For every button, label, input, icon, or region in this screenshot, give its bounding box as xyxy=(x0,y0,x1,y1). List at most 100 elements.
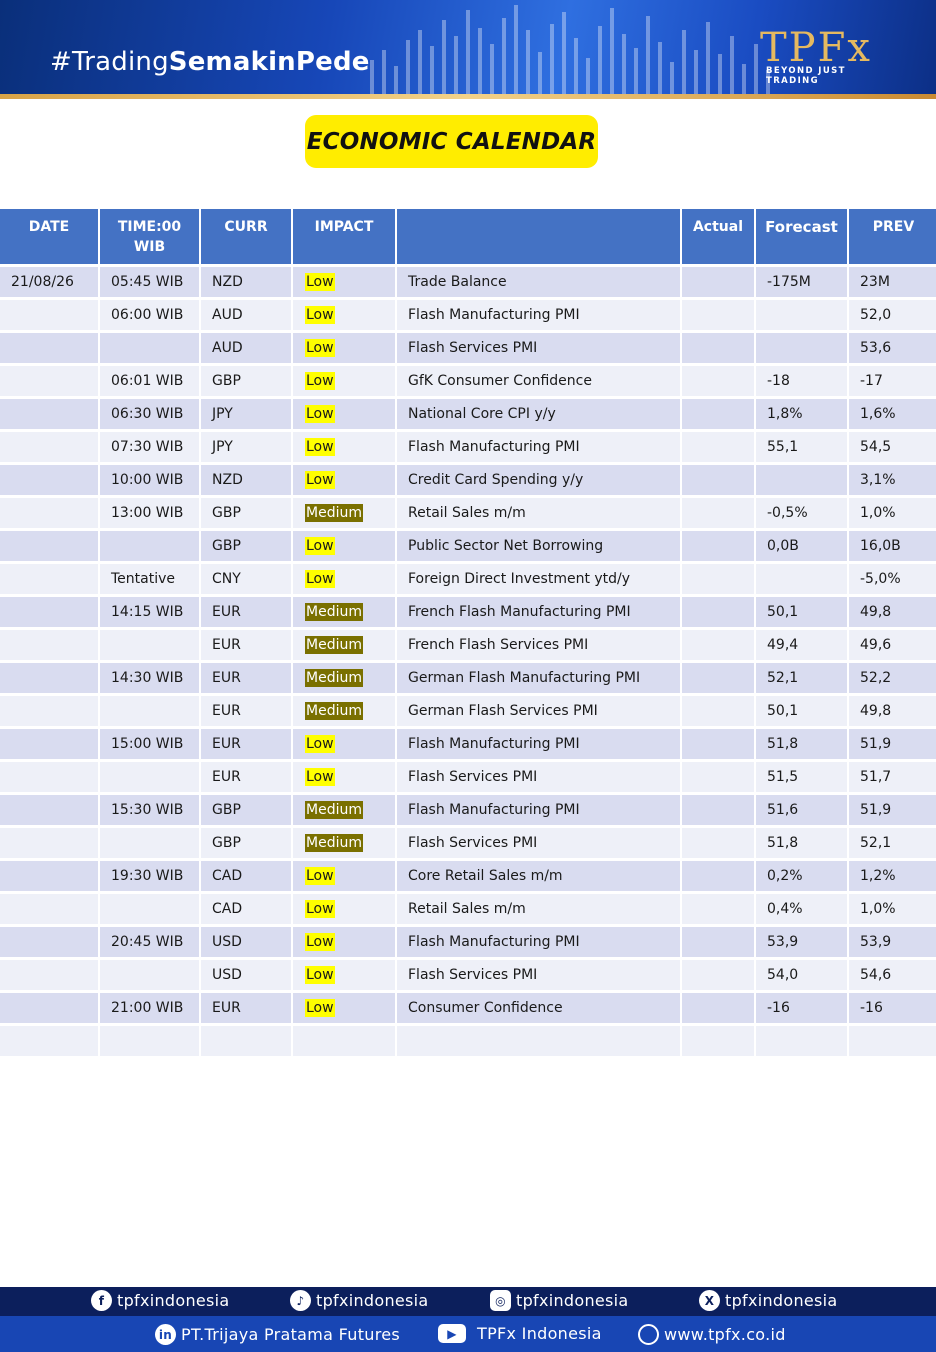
footer-facebook[interactable]: f tpfxindonesia xyxy=(91,1290,230,1311)
cell-curr: AUD xyxy=(201,333,291,363)
cell-time: 21:00 WIB xyxy=(100,993,199,1023)
table-row: USD Low Flash Services PMI 54,0 54,6 xyxy=(0,960,936,990)
cell-prev: 51,9 xyxy=(849,729,936,759)
footer-links-bar: in PT.Trijaya Pratama Futures ▶ TPFx Ind… xyxy=(0,1316,936,1352)
cell-forecast: 54,0 xyxy=(756,960,847,990)
cell-impact: Medium xyxy=(293,597,395,627)
cell-curr: NZD xyxy=(201,267,291,297)
cell-prev: 1,2% xyxy=(849,861,936,891)
cell-curr: EUR xyxy=(201,696,291,726)
cell-time xyxy=(100,762,199,792)
x-handle: tpfxindonesia xyxy=(725,1291,838,1310)
header-time-line2: WIB xyxy=(133,239,166,255)
cell-prev: 1,0% xyxy=(849,498,936,528)
table-row xyxy=(0,1026,936,1056)
cell-time: 14:15 WIB xyxy=(100,597,199,627)
impact-badge: Low xyxy=(305,438,335,456)
cell-curr: AUD xyxy=(201,300,291,330)
chart-bars-decoration xyxy=(370,5,770,94)
cell-actual xyxy=(682,564,754,594)
impact-badge: Low xyxy=(305,900,335,918)
cell-date xyxy=(0,861,98,891)
cell-curr: GBP xyxy=(201,366,291,396)
table-row: 13:00 WIB GBP Medium Retail Sales m/m -0,5% 1… xyxy=(0,498,936,528)
cell-event xyxy=(397,1026,680,1056)
cell-forecast: 50,1 xyxy=(756,696,847,726)
cell-curr: EUR xyxy=(201,663,291,693)
cell-impact: Low xyxy=(293,861,395,891)
footer-website[interactable]: www.tpfx.co.id xyxy=(638,1324,786,1345)
hashtag-light: #Trading xyxy=(50,47,169,77)
logo-tagline: BEYOND JUST TRADING xyxy=(766,66,846,86)
page-title: ECONOMIC CALENDAR xyxy=(305,115,598,168)
table-row: 06:00 WIB AUD Low Flash Manufacturing PMI 52… xyxy=(0,300,936,330)
footer-linkedin[interactable]: in PT.Trijaya Pratama Futures xyxy=(155,1324,400,1345)
impact-badge: Low xyxy=(305,867,335,885)
cell-actual xyxy=(682,498,754,528)
cell-date xyxy=(0,564,98,594)
impact-badge: Low xyxy=(305,768,335,786)
cell-prev: 51,9 xyxy=(849,795,936,825)
cell-time: 10:00 WIB xyxy=(100,465,199,495)
cell-curr: EUR xyxy=(201,762,291,792)
cell-actual xyxy=(682,927,754,957)
cell-impact: Low xyxy=(293,300,395,330)
table-header-row: DATE TIME:00 WIB CURR IMPACT Actual Forec… xyxy=(0,209,936,264)
cell-curr: USD xyxy=(201,927,291,957)
cell-time xyxy=(100,960,199,990)
cell-forecast: 1,8% xyxy=(756,399,847,429)
table-row: 15:00 WIB EUR Low Flash Manufacturing PMI 51… xyxy=(0,729,936,759)
cell-date xyxy=(0,366,98,396)
cell-time xyxy=(100,828,199,858)
hashtag-slogan: #TradingSemakinPede xyxy=(50,47,370,77)
cell-time: 06:30 WIB xyxy=(100,399,199,429)
header-event xyxy=(397,209,680,264)
cell-curr: EUR xyxy=(201,729,291,759)
cell-date xyxy=(0,333,98,363)
cell-date xyxy=(0,894,98,924)
footer-x[interactable]: X tpfxindonesia xyxy=(699,1290,838,1311)
cell-actual xyxy=(682,300,754,330)
cell-time: 20:45 WIB xyxy=(100,927,199,957)
table-body: 21/08/26 05:45 WIB NZD Low Trade Balance -175… xyxy=(0,267,936,1056)
footer-instagram[interactable]: ◎ tpfxindonesia xyxy=(490,1290,629,1311)
instagram-handle: tpfxindonesia xyxy=(516,1291,629,1310)
cell-curr: CNY xyxy=(201,564,291,594)
cell-time xyxy=(100,894,199,924)
cell-event: Retail Sales m/m xyxy=(397,498,680,528)
cell-actual xyxy=(682,696,754,726)
table-row: 15:30 WIB GBP Medium Flash Manufacturing PM… xyxy=(0,795,936,825)
cell-date xyxy=(0,828,98,858)
cell-prev: 53,9 xyxy=(849,927,936,957)
cell-date xyxy=(0,399,98,429)
website-label: www.tpfx.co.id xyxy=(664,1325,786,1344)
header-impact: IMPACT xyxy=(293,209,395,264)
cell-event: Consumer Confidence xyxy=(397,993,680,1023)
cell-actual xyxy=(682,993,754,1023)
cell-forecast xyxy=(756,1026,847,1056)
cell-time xyxy=(100,1026,199,1056)
cell-forecast: 53,9 xyxy=(756,927,847,957)
cell-curr: GBP xyxy=(201,531,291,561)
cell-impact: Low xyxy=(293,729,395,759)
cell-impact: Medium xyxy=(293,663,395,693)
cell-forecast xyxy=(756,564,847,594)
cell-prev: 49,8 xyxy=(849,696,936,726)
cell-event: Flash Services PMI xyxy=(397,333,680,363)
footer-youtube[interactable]: ▶ TPFx Indonesia xyxy=(438,1324,602,1343)
cell-event: German Flash Services PMI xyxy=(397,696,680,726)
cell-impact: Low xyxy=(293,432,395,462)
cell-curr: EUR xyxy=(201,630,291,660)
impact-badge: Low xyxy=(305,999,335,1017)
footer-tiktok[interactable]: ♪ tpfxindonesia xyxy=(290,1290,429,1311)
cell-event: Credit Card Spending y/y xyxy=(397,465,680,495)
impact-badge: Low xyxy=(305,735,335,753)
facebook-icon: f xyxy=(91,1290,112,1311)
cell-date xyxy=(0,465,98,495)
cell-forecast: 51,8 xyxy=(756,729,847,759)
cell-impact xyxy=(293,1026,395,1056)
youtube-label: TPFx Indonesia xyxy=(477,1324,602,1343)
cell-date xyxy=(0,696,98,726)
impact-badge: Low xyxy=(305,306,335,324)
cell-actual xyxy=(682,894,754,924)
